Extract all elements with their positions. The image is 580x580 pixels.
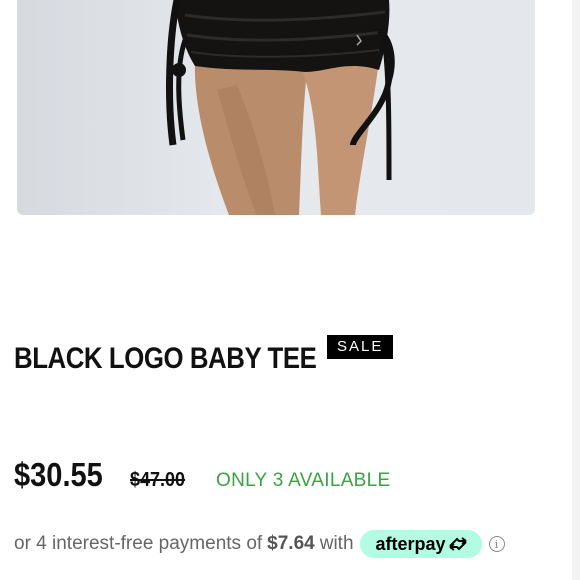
original-price: $47.00 xyxy=(130,469,186,491)
page-scrollbar[interactable] xyxy=(572,0,580,580)
sale-price: $30.55 xyxy=(14,456,103,493)
product-photo xyxy=(166,0,395,215)
product-title-row: BLACK LOGO BABY TEE SALE xyxy=(14,335,394,376)
price-row: $30.55 $47.00 ONLY 3 AVAILABLE xyxy=(14,456,391,494)
installment-amount: $7.64 xyxy=(267,533,315,554)
sale-badge: SALE xyxy=(327,335,394,359)
info-icon[interactable]: i xyxy=(488,536,505,552)
product-image[interactable] xyxy=(17,0,535,215)
afterpay-label: afterpay xyxy=(375,533,446,554)
afterpay-logo[interactable]: afterpay xyxy=(359,530,482,558)
installment-prefix: or 4 interest-free payments of xyxy=(14,533,263,554)
installment-suffix: with xyxy=(319,533,354,554)
installment-message: or 4 interest-free payments of $7.64 wit… xyxy=(14,530,505,558)
afterpay-arrows-icon xyxy=(448,537,467,551)
product-title: BLACK LOGO BABY TEE xyxy=(14,342,317,375)
stock-status: ONLY 3 AVAILABLE xyxy=(216,470,391,491)
